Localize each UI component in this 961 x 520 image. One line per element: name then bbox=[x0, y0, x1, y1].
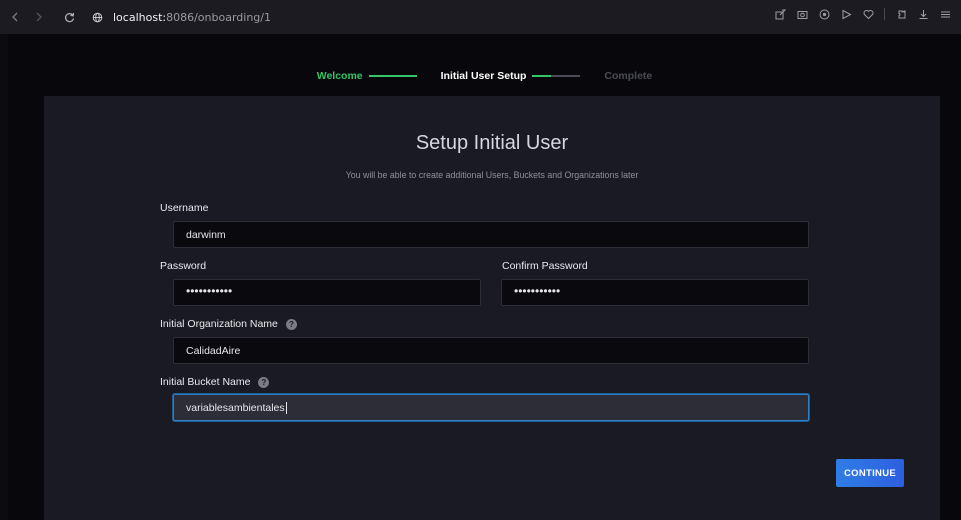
password-label: Password bbox=[160, 260, 206, 272]
org-input[interactable]: CalidadAire bbox=[173, 337, 809, 364]
bucket-label-text: Initial Bucket Name bbox=[160, 376, 251, 388]
heart-icon[interactable] bbox=[862, 8, 874, 20]
url-host: localhost: bbox=[113, 10, 167, 24]
text-caret bbox=[285, 401, 287, 414]
bucket-input[interactable]: variablesambientales bbox=[173, 394, 809, 421]
confirm-password-value: ••••••••••• bbox=[514, 283, 561, 298]
toolbar-separator bbox=[884, 8, 885, 20]
browser-toolbar: localhost: 8086/onboarding/1 bbox=[0, 0, 961, 34]
step-initial-user-setup-label: Initial User Setup bbox=[440, 70, 527, 82]
username-label-text: Username bbox=[160, 202, 209, 214]
reload-icon[interactable] bbox=[60, 8, 78, 26]
continue-button[interactable]: CONTINUE bbox=[836, 459, 904, 487]
page-subtitle: You will be able to create additional Us… bbox=[345, 170, 639, 180]
page-title: Setup Initial User bbox=[415, 132, 569, 154]
org-label-text: Initial Organization Name bbox=[160, 318, 278, 330]
onboarding-page: Welcome Initial User Setup Complete Setu… bbox=[8, 34, 961, 520]
bucket-label: Initial Bucket Name ? bbox=[160, 376, 270, 388]
forward-icon[interactable] bbox=[30, 8, 48, 26]
setup-form-card: Setup Initial User You will be able to c… bbox=[44, 96, 940, 520]
username-input[interactable]: darwinm bbox=[173, 221, 809, 248]
org-label: Initial Organization Name ? bbox=[160, 318, 297, 330]
address-bar[interactable]: localhost: 8086/onboarding/1 bbox=[92, 6, 271, 28]
menu-icon[interactable] bbox=[939, 8, 951, 20]
confirm-password-label: Confirm Password bbox=[502, 260, 588, 272]
screenshot-icon[interactable] bbox=[796, 8, 808, 20]
download-icon[interactable] bbox=[917, 8, 929, 20]
help-icon[interactable]: ? bbox=[258, 376, 270, 388]
help-icon[interactable]: ? bbox=[285, 318, 297, 330]
back-icon[interactable] bbox=[6, 8, 24, 26]
password-input[interactable]: ••••••••••• bbox=[173, 279, 481, 306]
step-initial-user-setup[interactable]: Initial User Setup bbox=[441, 70, 587, 82]
username-value: darwinm bbox=[186, 228, 226, 241]
site-info-icon[interactable] bbox=[92, 12, 103, 23]
password-label-text: Password bbox=[160, 260, 207, 272]
step-welcome[interactable]: Welcome bbox=[317, 70, 423, 82]
username-label: Username bbox=[160, 202, 208, 214]
url-path: 8086/onboarding/1 bbox=[166, 10, 271, 24]
confirm-password-label-text: Confirm Password bbox=[502, 260, 588, 272]
bucket-value: variablesambientales bbox=[186, 401, 285, 414]
step-welcome-label: Welcome bbox=[316, 70, 363, 82]
share-icon[interactable] bbox=[774, 8, 786, 20]
password-value: ••••••••••• bbox=[186, 283, 233, 298]
onboarding-stepper: Welcome Initial User Setup Complete bbox=[8, 70, 961, 82]
step-connector bbox=[368, 75, 417, 77]
step-connector bbox=[532, 75, 581, 77]
play-icon[interactable] bbox=[840, 8, 852, 20]
step-complete-label: Complete bbox=[604, 70, 653, 82]
step-complete[interactable]: Complete bbox=[604, 70, 652, 82]
extensions-icon[interactable] bbox=[895, 8, 907, 20]
confirm-password-input[interactable]: ••••••••••• bbox=[501, 279, 809, 306]
shield-icon[interactable] bbox=[818, 8, 830, 20]
org-value: CalidadAire bbox=[186, 344, 241, 357]
